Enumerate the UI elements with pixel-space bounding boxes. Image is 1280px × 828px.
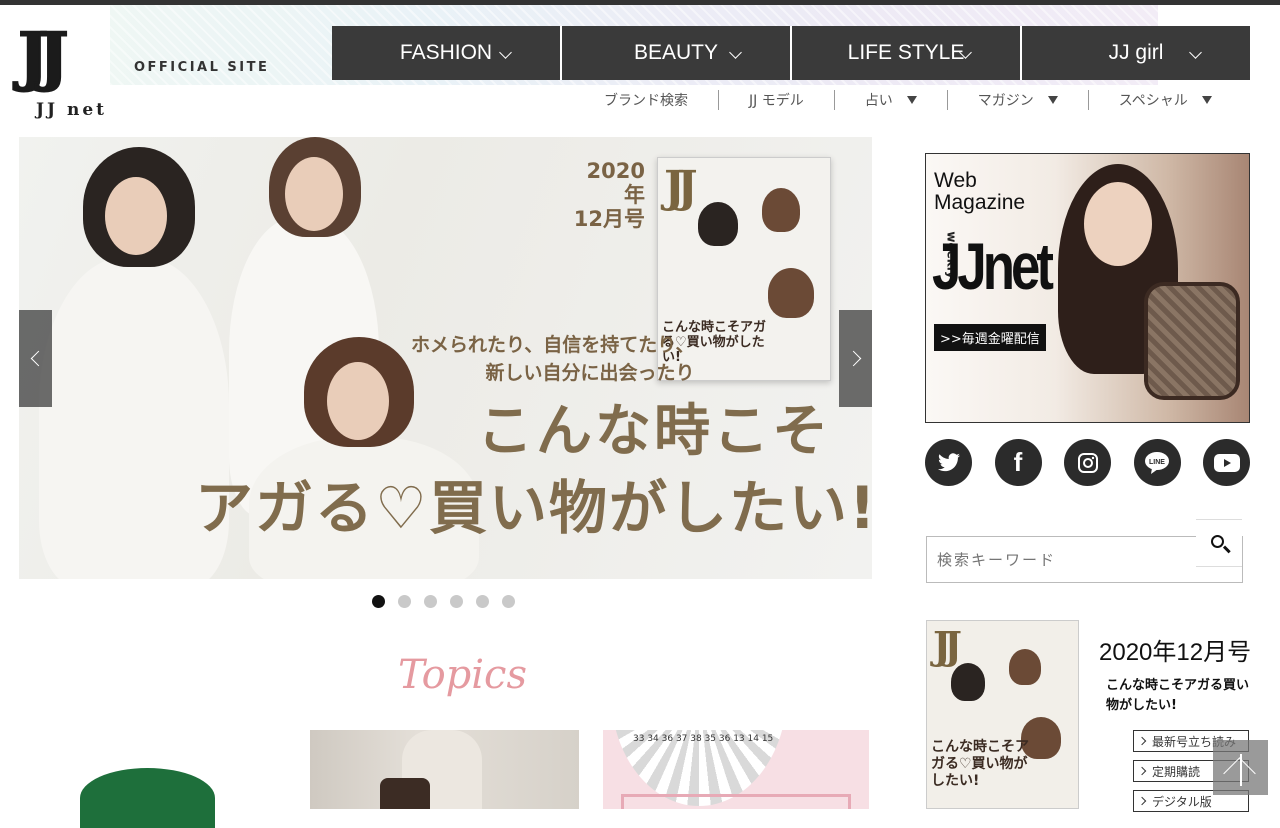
nav-label: FASHION <box>399 41 493 64</box>
instagram-icon[interactable] <box>1064 439 1111 486</box>
button-label: 定期購読 <box>1152 764 1201 779</box>
topic-thumbnail-2[interactable] <box>310 730 579 809</box>
hero-lead: ホメられたり、自信を持てたり、新しい自分に出会ったり <box>411 331 694 387</box>
magazine-cover-logo: JJ <box>933 623 962 668</box>
chevron-left-icon <box>30 350 46 367</box>
search-button[interactable] <box>1196 519 1242 567</box>
subnav-label: マガジン <box>977 93 1034 109</box>
cover-logo: JJ <box>664 162 698 213</box>
magazine-cover-text: こんな時こそアガる♡買い物がしたい! <box>931 739 1029 789</box>
issue-title: 2020年12月号 <box>1099 639 1252 666</box>
twitter-icon[interactable] <box>925 439 972 486</box>
nav-jjgirl[interactable]: JJ girl <box>1022 26 1250 80</box>
nav-label: JJ girl <box>1108 41 1164 64</box>
logo-mark: JJ <box>17 19 70 94</box>
caret-down-icon <box>1047 96 1058 104</box>
slider-pagination <box>372 595 515 608</box>
sub-nav: ブランド検索 JJ モデル 占い マガジン スペシャル <box>580 88 1242 112</box>
banner-magazine: Magazine <box>934 191 1026 214</box>
search-input[interactable] <box>937 539 1207 580</box>
nav-label: LIFE STYLE <box>847 41 965 64</box>
slider-dot[interactable] <box>476 595 489 608</box>
svg-text:LINE: LINE <box>1149 459 1165 466</box>
slider-dot[interactable] <box>372 595 385 608</box>
hero-headline-2: アガる♡買い物がしたい! <box>195 474 872 542</box>
slider-dot[interactable] <box>424 595 437 608</box>
hero-lead-line1: ホメられたり、自信を持てたり、 <box>411 334 695 356</box>
chevron-down-icon <box>499 46 512 59</box>
button-label: デジタル版 <box>1152 794 1212 809</box>
slider-next-button[interactable] <box>839 310 872 407</box>
site-logo[interactable]: JJ JJ net <box>17 19 118 122</box>
banner-tag: >>毎週金曜配信 <box>934 324 1046 351</box>
main-nav: FASHION BEAUTY LIFE STYLE JJ girl <box>332 26 1250 80</box>
logo-subtitle: JJ net <box>36 100 108 120</box>
slider-dot[interactable] <box>450 595 463 608</box>
issue-date-year: 2020年 <box>586 159 645 207</box>
issue-description: こんな時こそアガる買い物がしたい! <box>1106 678 1250 713</box>
hero-slider[interactable]: 2020年 12月号 JJ こんな時こそアガる♡買い物がしたい! ホメられたり、自… <box>19 137 872 579</box>
bag-image <box>1144 282 1240 400</box>
search-icon <box>1210 534 1224 548</box>
chart-numbers: 33 34 36 37 38 35 36 13 14 15 <box>633 734 774 744</box>
slider-dot[interactable] <box>502 595 515 608</box>
nav-label: BEAUTY <box>633 41 719 64</box>
subnav-magazine[interactable]: マガジン <box>946 90 1088 110</box>
banner-jjnet-logo: JJnet <box>932 229 1054 303</box>
official-site-label: OFFICIAL SITE <box>134 60 270 75</box>
caret-down-icon <box>1201 96 1212 104</box>
subnav-label: スペシャル <box>1118 93 1188 109</box>
chevron-down-icon <box>1189 46 1202 59</box>
nav-beauty[interactable]: BEAUTY <box>562 26 792 80</box>
banner-web: Web <box>934 169 977 192</box>
nav-fashion[interactable]: FASHION <box>332 26 562 80</box>
social-links: f LINE <box>925 439 1250 486</box>
subnav-special[interactable]: スペシャル <box>1087 90 1242 110</box>
nav-lifestyle[interactable]: LIFE STYLE <box>792 26 1022 80</box>
weekly-jjnet-banner[interactable]: Web Magazine weekly JJnet >>毎週金曜配信 <box>925 153 1250 423</box>
line-icon[interactable]: LINE <box>1133 439 1181 486</box>
issue-date: 2020年 12月号 <box>567 159 645 231</box>
chevron-down-icon <box>729 46 742 59</box>
hero-lead-line2: 新しい自分に出会ったり <box>485 362 695 384</box>
subnav-brand-search[interactable]: ブランド検索 <box>580 90 718 110</box>
subnav-jj-model[interactable]: JJ モデル <box>718 90 834 110</box>
subnav-label: JJ モデル <box>749 93 804 109</box>
facebook-icon[interactable]: f <box>994 439 1042 486</box>
banner-web-magazine: Web Magazine <box>934 170 1025 214</box>
youtube-icon[interactable] <box>1203 439 1250 486</box>
hero-headline-1: こんな時こそ <box>477 399 831 464</box>
topic-thumbnail-1[interactable] <box>80 768 215 828</box>
back-to-top-button[interactable] <box>1213 740 1268 795</box>
topics-heading: Topics <box>398 652 527 698</box>
slider-dot[interactable] <box>398 595 411 608</box>
search-box <box>926 519 1243 583</box>
issue-date-month: 12月号 <box>573 207 645 231</box>
subnav-label: 占い <box>864 93 893 109</box>
subnav-fortune[interactable]: 占い <box>833 90 947 110</box>
slider-prev-button[interactable] <box>19 310 52 407</box>
magazine-cover[interactable]: JJ こんな時こそアガる♡買い物がしたい! <box>926 620 1079 809</box>
subnav-label: ブランド検索 <box>604 93 688 109</box>
chevron-right-icon <box>845 350 861 367</box>
caret-down-icon <box>906 96 917 104</box>
topic-thumbnail-3[interactable]: 33 34 36 37 38 35 36 13 14 15 <box>603 730 869 809</box>
